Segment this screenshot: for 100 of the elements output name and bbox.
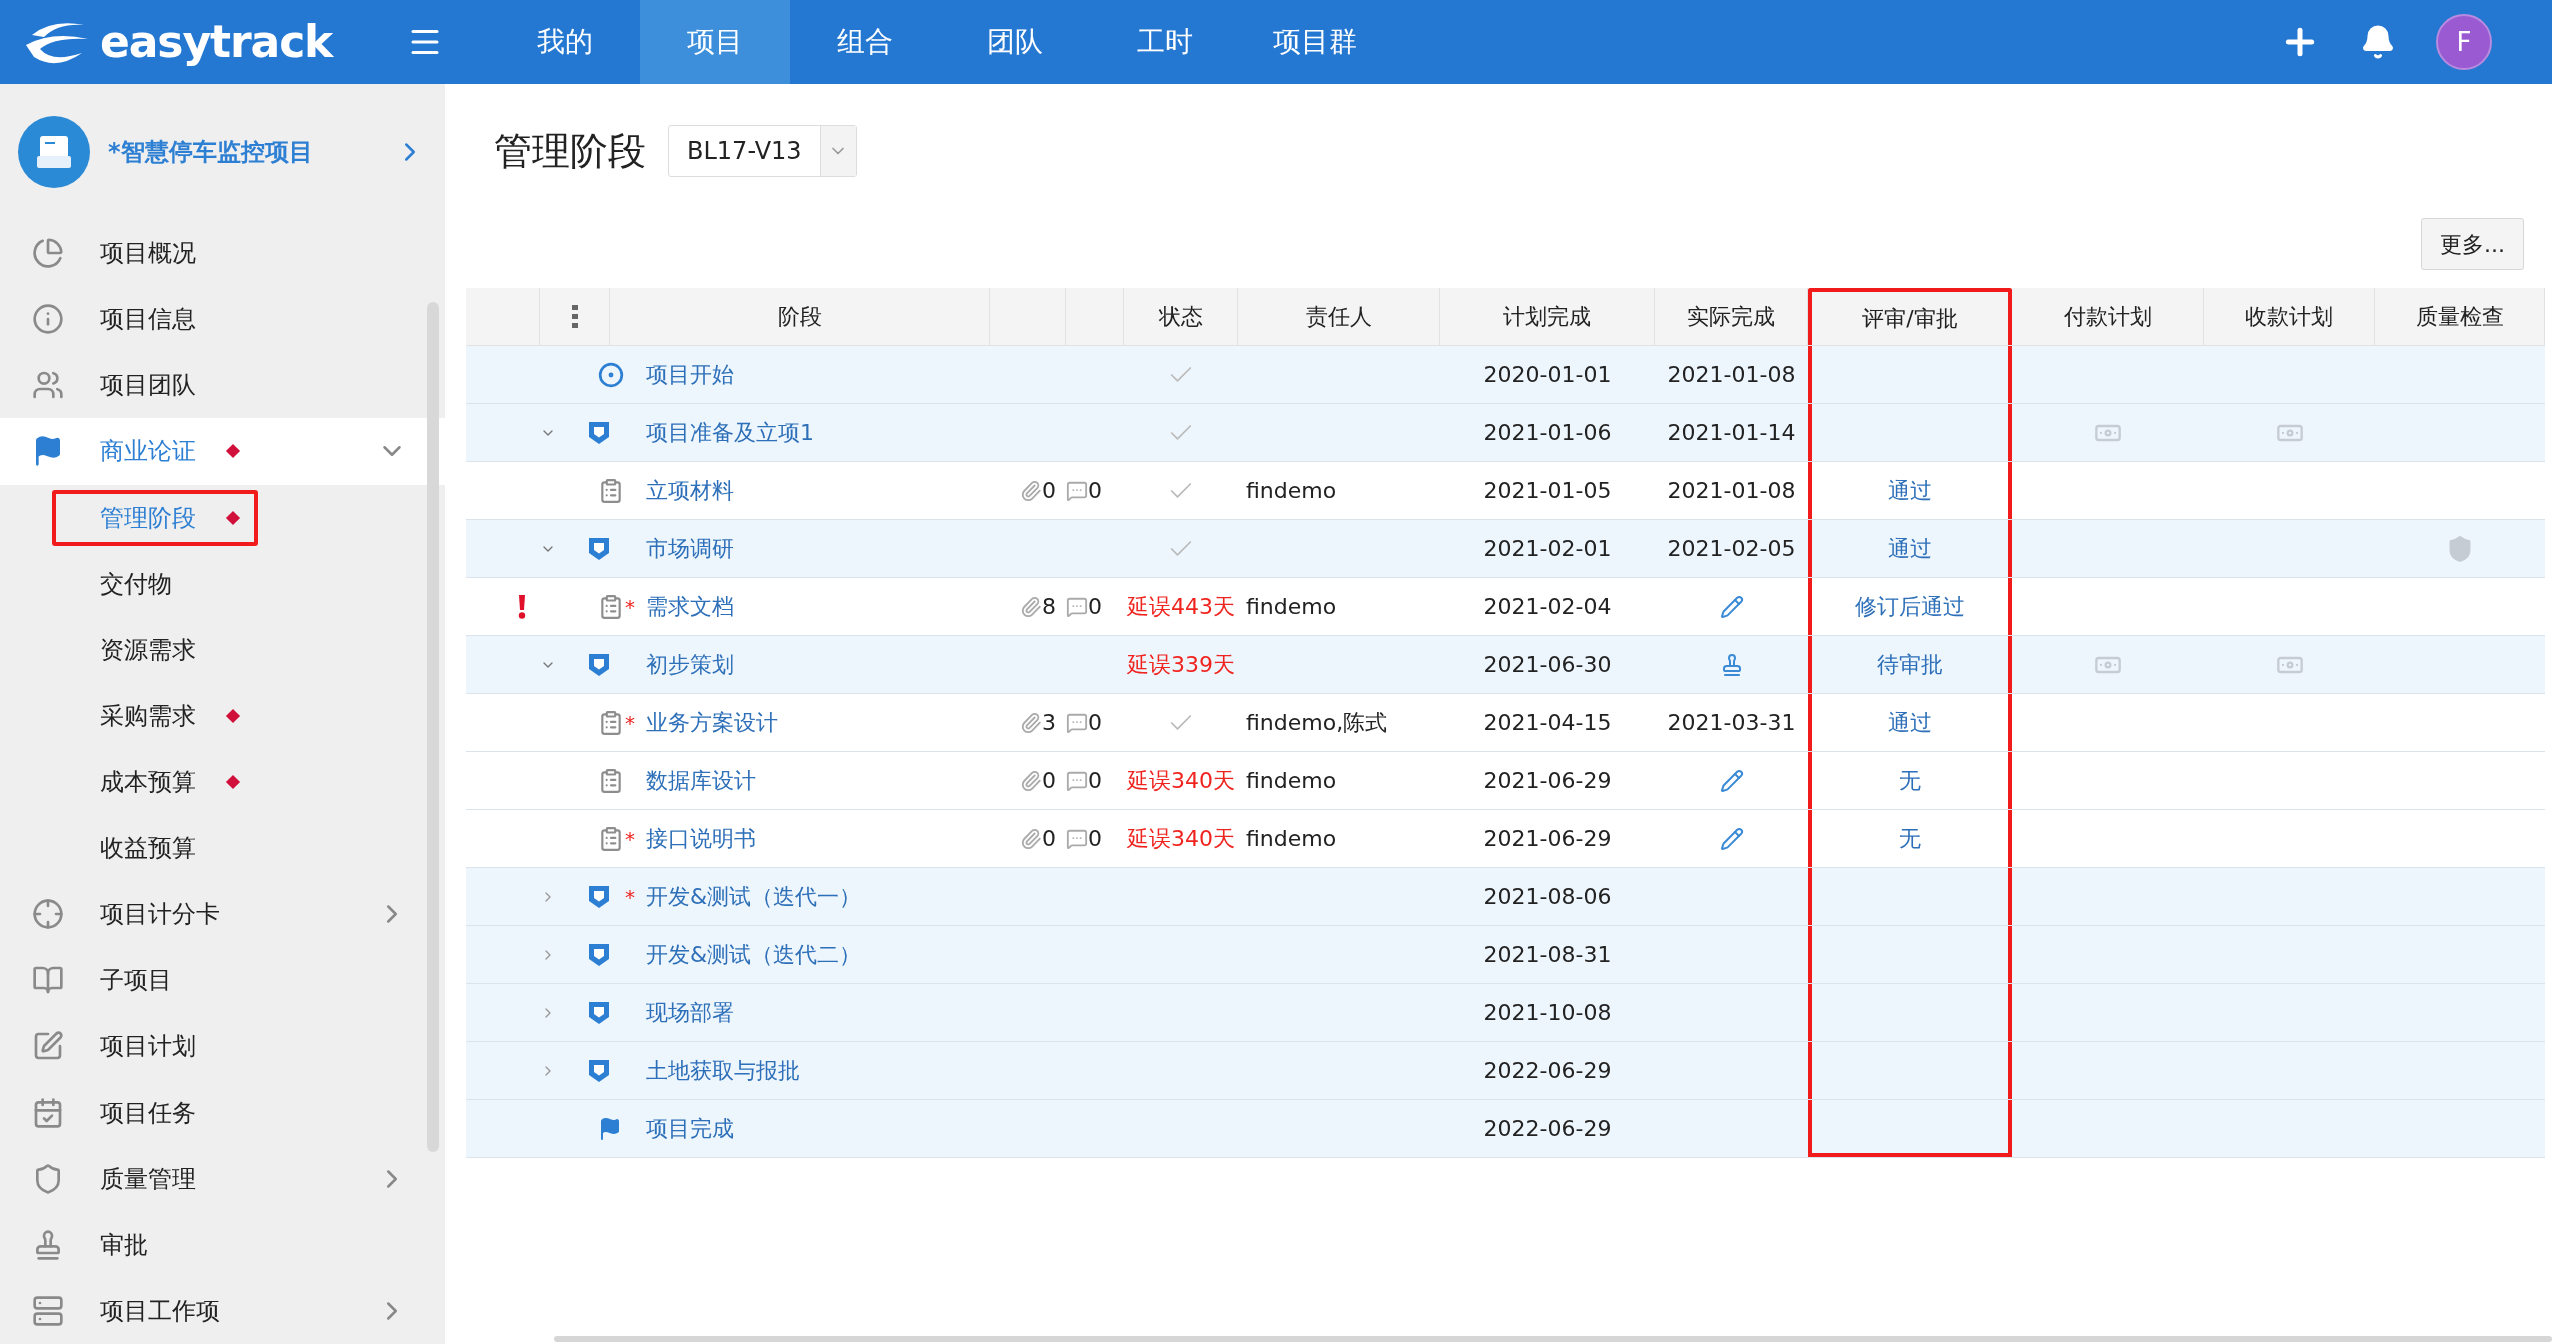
actual-date: 2021-01-14	[1667, 419, 1796, 447]
planned-date: 2020-01-01	[1483, 361, 1612, 389]
column-header[interactable]: 责任人	[1238, 288, 1440, 345]
planned-date: 2021-01-06	[1483, 419, 1612, 447]
delay-status: 延误443天	[1127, 593, 1235, 621]
sidebar-item[interactable]: 项目任务	[0, 1079, 445, 1146]
stage-name[interactable]: 项目完成	[646, 1112, 734, 1145]
sidebar-item[interactable]: 项目概况	[0, 220, 445, 287]
document-icon	[598, 477, 624, 504]
horizontal-scrollbar[interactable]	[554, 1336, 2552, 1342]
info-icon	[32, 303, 64, 336]
stage-name[interactable]: 接口说明书	[646, 822, 756, 855]
comment-icon[interactable]	[1066, 711, 1088, 734]
project-name[interactable]: *智慧停车监控项目	[108, 134, 395, 171]
sidebar-item[interactable]: 审批	[0, 1211, 445, 1278]
stage-name[interactable]: 需求文档	[646, 590, 734, 623]
paperclip-icon[interactable]	[1020, 711, 1042, 734]
column-header[interactable]: 质量检查	[2375, 288, 2545, 345]
pencil-icon[interactable]	[1719, 768, 1744, 793]
stage-name[interactable]: 业务方案设计	[646, 706, 778, 739]
planned-date: 2021-10-08	[1483, 999, 1612, 1027]
sidebar-item[interactable]: 子项目	[0, 947, 445, 1014]
stage-name[interactable]: 土地获取与报批	[646, 1054, 800, 1087]
nav-tab[interactable]: 我的	[490, 0, 640, 84]
shield-icon	[588, 1058, 610, 1083]
paperclip-icon[interactable]	[1020, 595, 1042, 618]
comment-icon[interactable]	[1066, 827, 1088, 850]
planned-date: 2021-04-15	[1483, 709, 1612, 737]
stage-name[interactable]: 项目开始	[646, 358, 734, 391]
stage-name[interactable]: 数据库设计	[646, 764, 756, 797]
column-header[interactable]: 计划完成	[1440, 288, 1655, 345]
nav-tab[interactable]: 工时	[1090, 0, 1240, 84]
sidebar-item[interactable]: 项目计划	[0, 1013, 445, 1080]
stage-name[interactable]: 立项材料	[646, 474, 734, 507]
calendar-check-icon	[32, 1096, 64, 1129]
nav-tab[interactable]: 项目	[640, 0, 790, 84]
document-icon	[598, 825, 624, 852]
paperclip-icon[interactable]	[1020, 479, 1042, 502]
document-icon	[598, 593, 624, 620]
review-status[interactable]: 通过	[1888, 532, 1932, 565]
review-status[interactable]: 修订后通过	[1855, 590, 1965, 623]
stage-name[interactable]: 初步策划	[646, 648, 734, 681]
review-status[interactable]: 待审批	[1877, 648, 1943, 681]
attachment-count: 0	[1042, 767, 1056, 795]
stage-name[interactable]: 开发&测试（迭代一）	[646, 880, 862, 913]
sidebar-subitem[interactable]: 采购需求	[52, 687, 258, 744]
attachment-count: 8	[1042, 593, 1056, 621]
sidebar-item[interactable]: 项目信息	[0, 286, 445, 353]
review-status[interactable]: 通过	[1888, 474, 1932, 507]
comment-icon[interactable]	[1066, 769, 1088, 792]
sidebar-item[interactable]: 项目计分卡	[0, 881, 445, 948]
actual-date: 2021-03-31	[1667, 709, 1796, 737]
column-header[interactable]: 实际完成	[1655, 288, 1808, 345]
sidebar-item[interactable]: 项目团队	[0, 352, 445, 419]
paperclip-icon[interactable]	[1020, 827, 1042, 850]
planned-date: 2021-06-29	[1483, 767, 1612, 795]
stage-name[interactable]: 现场部署	[646, 996, 734, 1029]
comment-count: 0	[1088, 477, 1102, 505]
stage-name[interactable]: 开发&测试（迭代二）	[646, 938, 862, 971]
pencil-icon[interactable]	[1719, 594, 1744, 619]
paperclip-icon[interactable]	[1020, 769, 1042, 792]
version-select[interactable]: BL17-V13	[668, 125, 857, 177]
shield-icon	[588, 536, 610, 561]
comment-count: 0	[1088, 825, 1102, 853]
planned-date: 2021-06-30	[1483, 651, 1612, 679]
column-header[interactable]: 收款计划	[2204, 288, 2375, 345]
column-header[interactable]: 状态	[1124, 288, 1238, 345]
sidebar-subitem[interactable]: 管理阶段	[52, 489, 258, 546]
more-button[interactable]: 更多...	[2421, 218, 2524, 270]
milestone-icon	[598, 361, 624, 388]
sidebar-item[interactable]: 商业论证	[0, 418, 445, 485]
sidebar-subitem[interactable]: 交付物	[52, 555, 258, 612]
planned-date: 2021-02-01	[1483, 535, 1612, 563]
column-header[interactable]: 阶段	[610, 288, 990, 345]
nav-tab[interactable]: 团队	[940, 0, 1090, 84]
nav-tab[interactable]: 项目群	[1240, 0, 1390, 84]
bell-icon[interactable]	[2360, 24, 2396, 60]
sidebar-subitem[interactable]: 成本预算	[52, 754, 258, 811]
pencil-icon[interactable]	[1719, 826, 1744, 851]
planned-date: 2021-01-05	[1483, 477, 1612, 505]
comment-count: 0	[1088, 709, 1102, 737]
sidebar-item[interactable]: 项目工作项	[0, 1277, 445, 1344]
comment-icon[interactable]	[1066, 595, 1088, 618]
nav-tab[interactable]: 组合	[790, 0, 940, 84]
sidebar-item[interactable]: 质量管理	[0, 1145, 445, 1212]
scrollbar[interactable]	[427, 302, 439, 1152]
comment-icon[interactable]	[1066, 479, 1088, 502]
review-status[interactable]: 无	[1899, 764, 1921, 797]
user-avatar[interactable]: F	[2436, 14, 2492, 70]
sidebar-subitem[interactable]: 收益预算	[52, 820, 258, 877]
more-vertical-icon[interactable]	[571, 304, 578, 329]
shield-icon	[588, 884, 610, 909]
review-status[interactable]: 通过	[1888, 706, 1932, 739]
stage-name[interactable]: 项目准备及立项1	[646, 416, 814, 449]
stage-name[interactable]: 市场调研	[646, 532, 734, 565]
review-status[interactable]: 无	[1899, 822, 1921, 855]
required-mark: *	[625, 593, 635, 621]
sidebar-subitem[interactable]: 资源需求	[52, 621, 258, 678]
column-header[interactable]: 付款计划	[2012, 288, 2204, 345]
pie-chart-icon	[32, 237, 64, 270]
